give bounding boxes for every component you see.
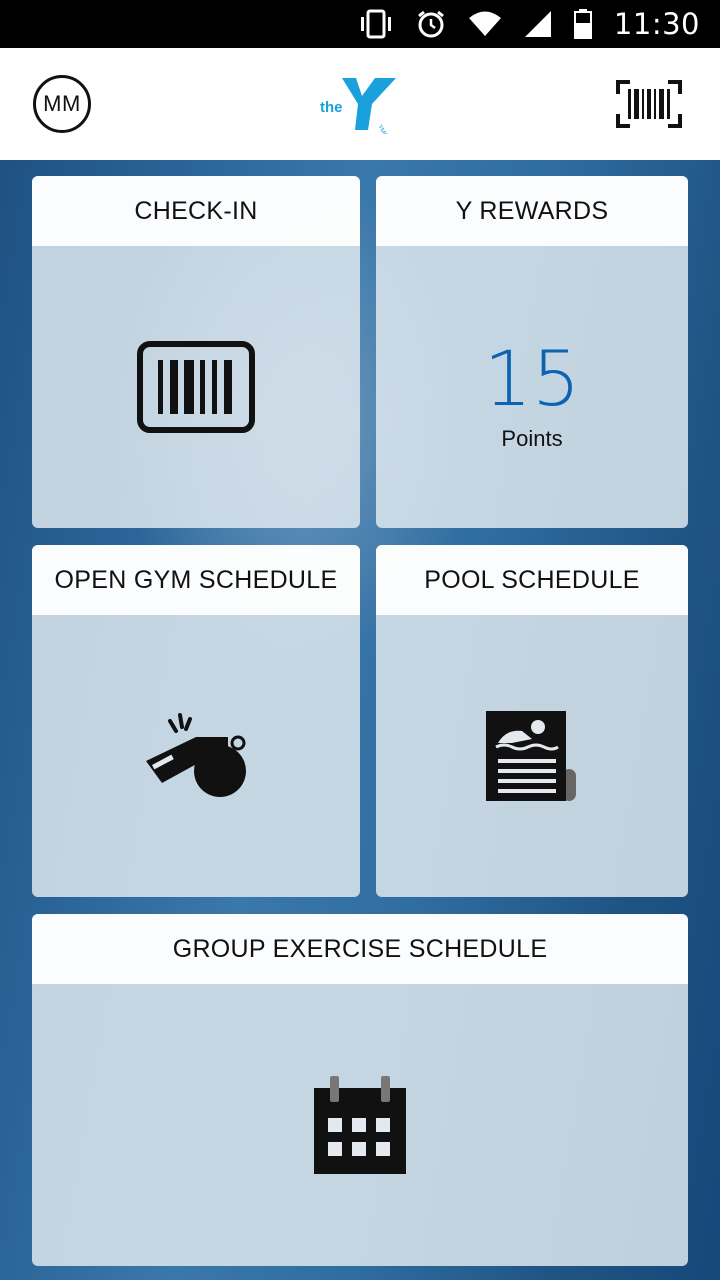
pool-schedule-title: POOL SCHEDULE: [376, 545, 688, 615]
battery-icon: [573, 9, 592, 39]
status-bar: 11:30: [0, 0, 720, 48]
app-header: MM the YMCA: [0, 48, 720, 160]
checkin-card[interactable]: CHECK-IN: [32, 176, 360, 528]
whistle-icon: [146, 713, 246, 797]
signal-icon: [524, 11, 551, 37]
rewards-title: Y REWARDS: [376, 176, 688, 246]
svg-text:the: the: [320, 99, 343, 116]
rewards-card[interactable]: Y REWARDS 15 Points: [376, 176, 688, 528]
rewards-points-value: 15: [483, 334, 581, 423]
avatar[interactable]: MM: [33, 75, 91, 133]
pool-schedule-card[interactable]: POOL SCHEDULE: [376, 545, 688, 897]
ymca-logo: the YMCA: [320, 78, 396, 134]
status-time: 11:30: [613, 7, 700, 41]
svg-text:YMCA: YMCA: [376, 124, 390, 134]
avatar-initials: MM: [43, 91, 81, 116]
calendar-icon: [314, 1076, 406, 1174]
swim-schedule-icon: [486, 711, 576, 801]
open-gym-schedule-card[interactable]: OPEN GYM SCHEDULE: [32, 545, 360, 897]
wifi-icon: [468, 11, 501, 36]
alarm-icon: [417, 10, 444, 38]
group-exercise-schedule-title: GROUP EXERCISE SCHEDULE: [32, 914, 688, 984]
barcode-scan-icon[interactable]: [616, 80, 682, 128]
vibrate-icon: [360, 9, 391, 39]
group-exercise-schedule-card[interactable]: GROUP EXERCISE SCHEDULE: [32, 914, 688, 1266]
open-gym-schedule-title: OPEN GYM SCHEDULE: [32, 545, 360, 615]
checkin-title: CHECK-IN: [32, 176, 360, 246]
rewards-points-label: Points: [501, 426, 563, 451]
barcode-icon: [137, 341, 255, 433]
